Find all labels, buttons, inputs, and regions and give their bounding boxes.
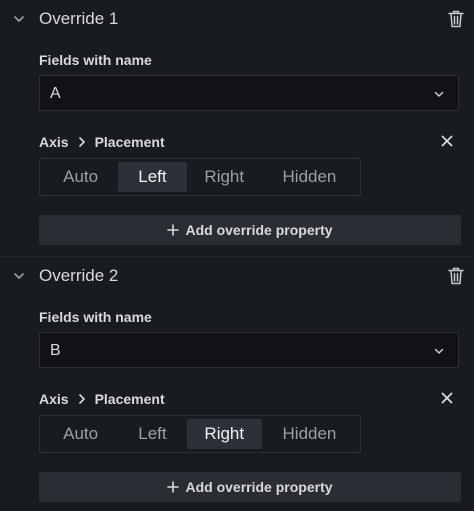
field-name-select[interactable]: B [39,332,459,368]
placement-radio-group: Auto Left Right Hidden [39,158,361,196]
property-breadcrumb: Axis Placement [39,391,459,407]
add-override-label: Add override property [185,222,333,238]
property-name: Placement [94,134,165,150]
property-parent: Axis [39,391,69,407]
add-override-property-button[interactable]: Add override property [39,472,461,502]
placement-option-auto[interactable]: Auto [43,162,118,192]
chevron-right-icon [78,137,85,147]
caret-down-icon [434,348,444,354]
placement-option-hidden[interactable]: Hidden [262,162,357,192]
chevron-right-icon [78,394,85,404]
close-icon[interactable] [441,135,453,147]
add-override-label: Add override property [185,479,333,495]
property-parent: Axis [39,134,69,150]
field-name-select[interactable]: A [39,75,459,111]
property-breadcrumb: Axis Placement [39,134,459,150]
placement-option-left[interactable]: Left [118,162,187,192]
trash-icon[interactable] [448,267,464,285]
select-value: B [50,342,61,359]
override-header[interactable]: Override 2 [0,257,474,297]
override-title: Override 1 [39,9,119,28]
override-header[interactable]: Override 1 [0,0,474,40]
chevron-down-icon[interactable] [13,270,25,282]
close-icon[interactable] [441,392,453,404]
plus-icon [167,481,180,493]
field-matcher-label: Fields with name [39,309,152,325]
override-2: Override 2 Fields with name B Axis Place… [0,256,474,511]
placement-option-right[interactable]: Right [187,162,262,192]
override-property: Axis Placement [39,391,459,409]
caret-down-icon [434,91,444,97]
trash-icon[interactable] [448,10,464,28]
override-title: Override 2 [39,266,119,285]
placement-option-left[interactable]: Left [118,419,186,449]
placement-option-right[interactable]: Right [186,419,262,449]
chevron-down-icon[interactable] [13,13,25,25]
placement-radio-group: Auto Left Right Hidden [39,415,361,453]
field-matcher-label: Fields with name [39,52,152,68]
select-value: A [50,85,61,102]
placement-option-hidden[interactable]: Hidden [262,419,357,449]
plus-icon [167,224,180,236]
add-override-property-button[interactable]: Add override property [39,215,461,245]
override-1: Override 1 Fields with name A Axis Place… [0,0,474,256]
property-name: Placement [94,391,165,407]
placement-option-auto[interactable]: Auto [43,419,118,449]
override-property: Axis Placement [39,134,459,152]
